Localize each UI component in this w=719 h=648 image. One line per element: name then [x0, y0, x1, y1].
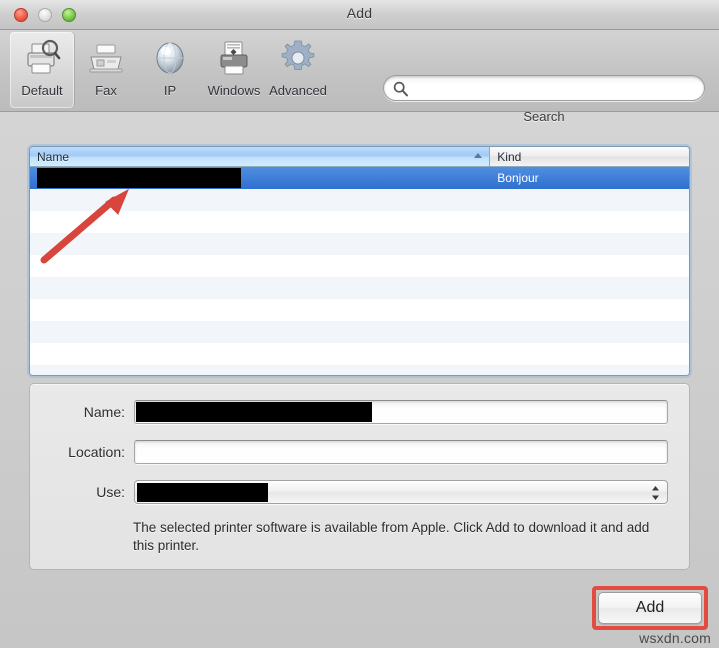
empty-list-row[interactable] — [30, 211, 689, 233]
location-field-label: Location: — [68, 444, 125, 460]
toolbar-item-ip[interactable]: IP — [138, 32, 202, 108]
empty-list-row[interactable] — [30, 365, 689, 375]
search-area: Search — [383, 75, 705, 124]
default-printer-icon — [21, 36, 63, 80]
printer-software-help-text: The selected printer software is availab… — [133, 520, 650, 553]
empty-list-row[interactable] — [30, 277, 689, 299]
empty-list-row[interactable] — [30, 189, 689, 211]
empty-list-row[interactable] — [30, 321, 689, 343]
selected-printer-row[interactable]: Bonjour — [30, 167, 689, 189]
toolbar-item-label: Fax — [95, 83, 117, 98]
window-title: Add — [346, 5, 373, 21]
fax-icon — [85, 36, 127, 80]
gear-icon — [277, 36, 319, 80]
printer-name-redaction-bar — [37, 168, 241, 188]
name-field[interactable] — [134, 400, 668, 424]
printer-list-header: Name Kind — [30, 147, 689, 167]
watermark: wsxdn.com — [639, 630, 711, 646]
add-printer-window: Add Default Fax IP Windows Advanced Sear… — [0, 0, 719, 648]
empty-list-row[interactable] — [30, 299, 689, 321]
name-field-label: Name: — [83, 404, 125, 420]
use-popup-button[interactable] — [134, 480, 668, 504]
empty-list-row[interactable] — [30, 255, 689, 277]
sort-ascending-icon — [474, 153, 483, 158]
search-field[interactable] — [383, 75, 705, 101]
toolbar-item-advanced[interactable]: Advanced — [266, 32, 330, 108]
toolbar-item-label: IP — [163, 83, 177, 98]
add-button[interactable]: Add — [598, 592, 702, 624]
toolbar-item-windows[interactable]: Windows — [202, 32, 266, 108]
printer-list[interactable]: Name Kind Bonjour — [29, 146, 690, 376]
name-redaction-bar — [136, 402, 372, 422]
globe-icon — [149, 36, 191, 80]
title-bar: Add — [0, 0, 719, 30]
toolbar-item-label: Windows — [207, 83, 261, 98]
column-header-name[interactable]: Name — [30, 147, 491, 166]
toolbar-item-label: Default — [21, 83, 63, 98]
column-header-kind[interactable]: Kind — [490, 147, 689, 166]
empty-list-row[interactable] — [30, 233, 689, 255]
windows-printer-icon — [213, 36, 255, 80]
search-icon — [392, 80, 410, 98]
printer-list-body[interactable]: Bonjour — [30, 167, 689, 375]
column-header-kind-label: Kind — [497, 149, 522, 164]
location-field[interactable] — [134, 440, 668, 464]
printer-kind-cell: Bonjour — [497, 171, 539, 185]
column-header-name-label: Name — [37, 149, 70, 164]
name-field-row: Name: — [30, 400, 668, 424]
location-field-row: Location: — [30, 440, 668, 464]
search-input[interactable] — [412, 79, 698, 100]
search-caption: Search — [523, 109, 565, 124]
use-redaction-bar — [137, 483, 268, 502]
printer-name-cell — [30, 168, 490, 188]
toolbar-item-fax[interactable]: Fax — [74, 32, 138, 108]
popup-arrows-icon — [651, 485, 660, 501]
empty-list-row[interactable] — [30, 343, 689, 365]
use-field-row: Use: — [30, 480, 668, 504]
toolbar: Default Fax IP Windows Advanced Search — [0, 30, 719, 124]
toolbar-item-default[interactable]: Default — [10, 32, 74, 108]
toolbar-item-label: Advanced — [269, 83, 327, 98]
use-field-label: Use: — [96, 484, 125, 500]
